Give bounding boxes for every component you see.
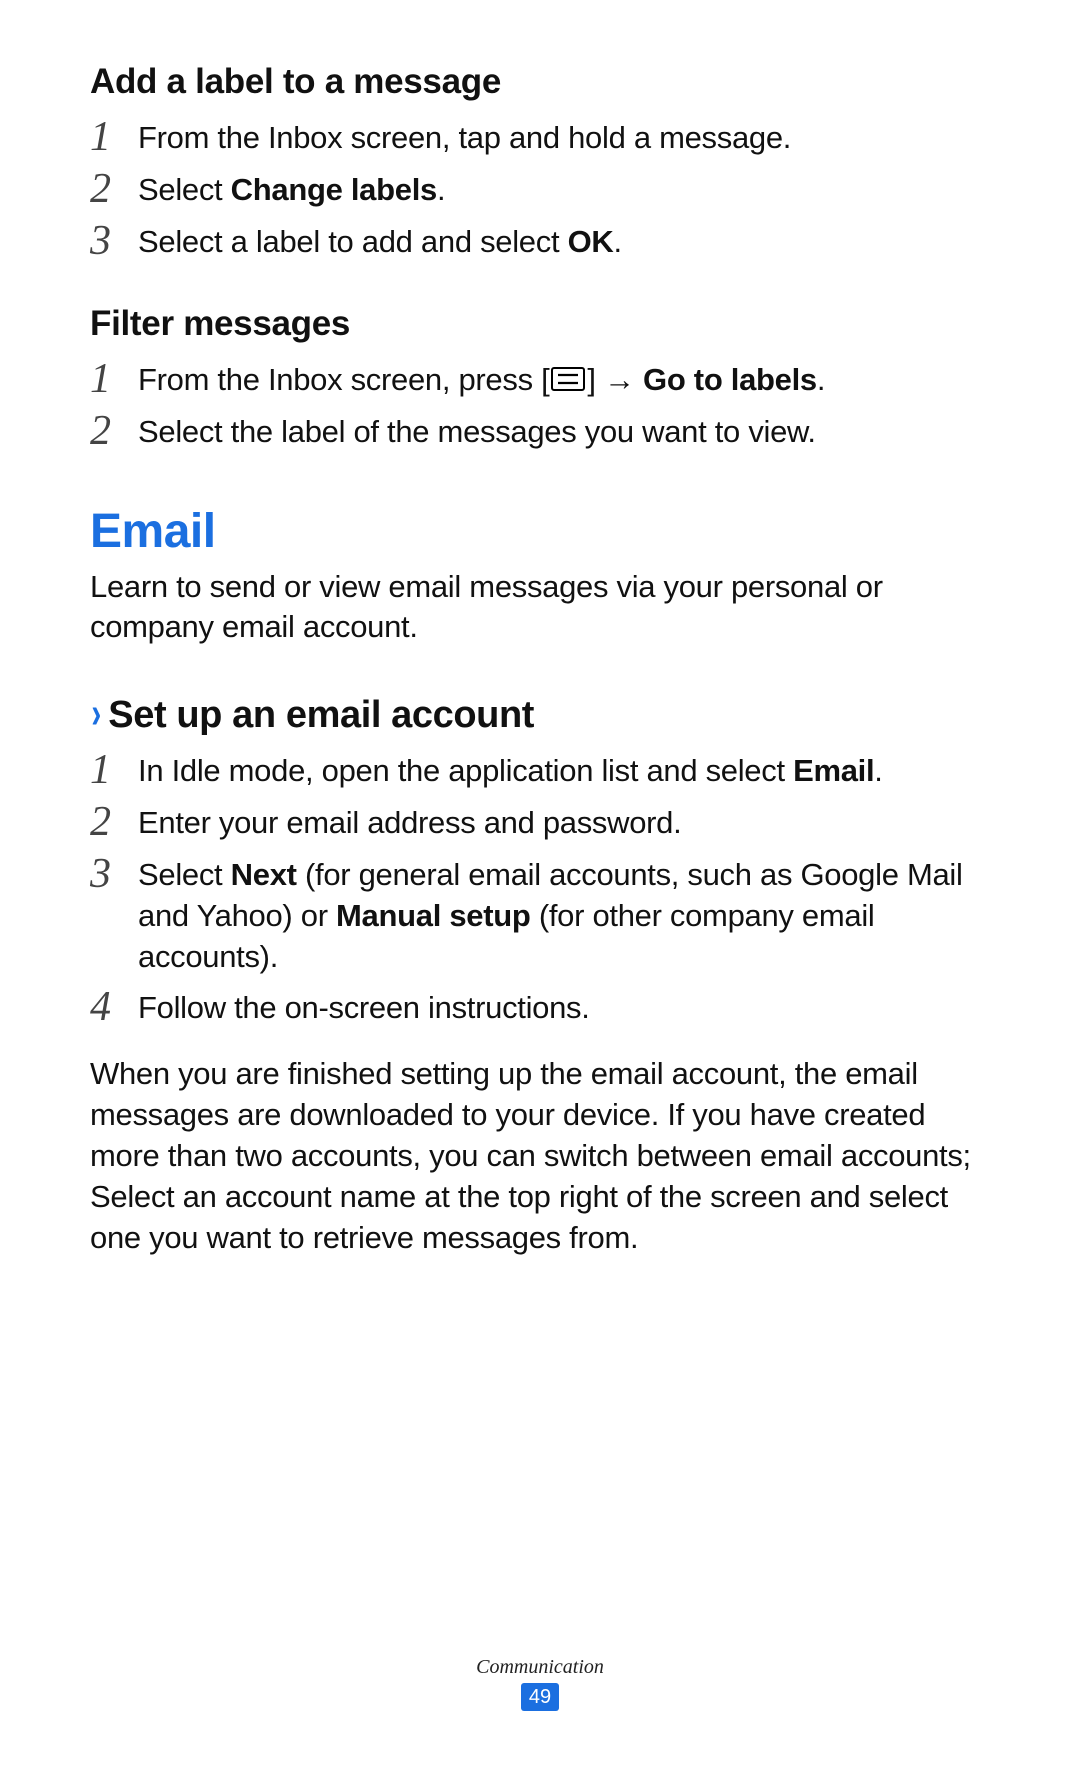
heading-filter: Filter messages (90, 302, 990, 346)
text-run: . (874, 753, 882, 788)
text-run: . (613, 224, 621, 259)
page-number-badge: 49 (521, 1683, 559, 1711)
manual-page: Add a label to a message 1 From the Inbo… (0, 0, 1080, 1771)
page-footer: Communication 49 (0, 1656, 1080, 1711)
text-run: . (817, 362, 825, 397)
text-run: ] → (587, 362, 643, 397)
text-run: Select (138, 857, 231, 892)
footer-section-name: Communication (0, 1656, 1080, 1679)
step-number: 1 (90, 749, 138, 791)
text-bold: Email (793, 753, 874, 788)
heading-text: Set up an email account (108, 694, 534, 737)
step-number: 4 (90, 986, 138, 1028)
text-bold: Go to labels (643, 362, 817, 397)
paragraph: When you are finished setting up the ema… (90, 1054, 990, 1259)
steps-filter: 1 From the Inbox screen, press [ ] → Go … (90, 360, 990, 454)
step-text: Select Change labels. (138, 170, 445, 211)
step-number: 3 (90, 853, 138, 895)
text-bold: Manual setup (336, 898, 530, 933)
step-number: 1 (90, 116, 138, 158)
step-text: Select Next (for general email accounts,… (138, 855, 990, 978)
text-bold: OK (568, 224, 614, 259)
paragraph: Learn to send or view email messages via… (90, 567, 990, 649)
step-text: Follow the on-screen instructions. (138, 988, 590, 1029)
text-run: Select (138, 172, 231, 207)
heading-email: Email (90, 504, 990, 559)
list-item: 4 Follow the on-screen instructions. (90, 988, 990, 1030)
list-item: 2 Enter your email address and password. (90, 803, 990, 845)
list-item: 1 From the Inbox screen, tap and hold a … (90, 118, 990, 160)
heading-setup: › Set up an email account (90, 694, 990, 737)
step-text: Enter your email address and password. (138, 803, 681, 844)
step-text: Select a label to add and select OK. (138, 222, 622, 263)
text-bold: Next (231, 857, 297, 892)
text-run: . (437, 172, 445, 207)
list-item: 1 From the Inbox screen, press [ ] → Go … (90, 360, 990, 402)
step-text: From the Inbox screen, tap and hold a me… (138, 118, 791, 159)
list-item: 2 Select the label of the messages you w… (90, 412, 990, 454)
text-run: In Idle mode, open the application list … (138, 753, 793, 788)
text-run: Select a label to add and select (138, 224, 568, 259)
chevron-right-icon: › (91, 690, 101, 739)
step-number: 2 (90, 168, 138, 210)
steps-add-label: 1 From the Inbox screen, tap and hold a … (90, 118, 990, 264)
step-text: From the Inbox screen, press [ ] → Go to… (138, 360, 825, 401)
list-item: 1 In Idle mode, open the application lis… (90, 751, 990, 793)
step-number: 2 (90, 410, 138, 452)
text-run: From the Inbox screen, press [ (138, 362, 549, 397)
step-number: 2 (90, 801, 138, 843)
menu-icon (551, 367, 585, 391)
step-text: In Idle mode, open the application list … (138, 751, 883, 792)
list-item: 2 Select Change labels. (90, 170, 990, 212)
step-text: Select the label of the messages you wan… (138, 412, 816, 453)
step-number: 3 (90, 220, 138, 262)
steps-setup: 1 In Idle mode, open the application lis… (90, 751, 990, 1030)
text-bold: Change labels (231, 172, 437, 207)
step-number: 1 (90, 358, 138, 400)
heading-add-label: Add a label to a message (90, 60, 990, 104)
list-item: 3 Select a label to add and select OK. (90, 222, 990, 264)
list-item: 3 Select Next (for general email account… (90, 855, 990, 978)
